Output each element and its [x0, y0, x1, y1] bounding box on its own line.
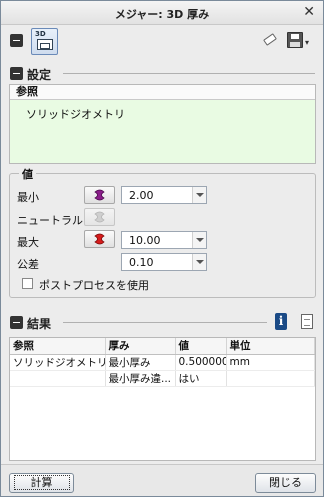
value-group-title: 値	[19, 166, 36, 182]
reference-header: 参照	[10, 85, 315, 100]
min-label: 最小	[17, 191, 39, 204]
table-row[interactable]: 最小厚み違... はい	[10, 370, 315, 387]
neutral-color-icon	[94, 211, 105, 223]
results-table: 参照 厚み 値 単位 ソリッドジオメトリ 最小厚み 0.500000 mm 最小…	[9, 337, 316, 461]
compute-button[interactable]: 計算	[9, 473, 74, 493]
neutral-color-button	[84, 208, 115, 226]
3d-view-icon[interactable]: 3D	[31, 28, 58, 55]
max-value-combo[interactable]: 10.00	[121, 231, 207, 249]
table-cell: 最小厚み	[105, 354, 176, 371]
title-bar: メジャー: 3D 厚み ✕	[1, 1, 323, 25]
col-unit[interactable]: 単位	[226, 338, 315, 355]
min-value: 2.00	[129, 189, 154, 202]
tolerance-value-combo[interactable]: 0.10	[121, 253, 207, 271]
measure-dialog: メジャー: 3D 厚み ✕ 3D ▾ 設定 参照 ソリッドジオメトリ 値 最小 …	[0, 0, 324, 497]
table-cell	[226, 370, 315, 387]
max-value: 10.00	[129, 234, 161, 247]
tolerance-value: 0.10	[129, 256, 154, 269]
max-color-icon	[94, 233, 105, 245]
max-dropdown-icon[interactable]	[192, 232, 206, 248]
collapse-settings-icon[interactable]	[10, 67, 23, 80]
collapse-toolbar-icon[interactable]	[10, 34, 23, 47]
table-row[interactable]: ソリッドジオメトリ 最小厚み 0.500000 mm	[10, 354, 315, 371]
max-color-button[interactable]	[84, 230, 115, 248]
report-icon[interactable]	[301, 314, 313, 329]
min-color-button[interactable]	[84, 186, 115, 204]
save-dropdown-icon[interactable]: ▾	[305, 38, 309, 47]
settings-section-header: 設定	[1, 64, 323, 82]
table-cell: はい	[175, 370, 227, 387]
eraser-icon[interactable]	[263, 33, 277, 46]
col-value[interactable]: 値	[175, 338, 227, 355]
results-header-row: 参照 厚み 値 単位	[10, 338, 315, 355]
table-cell: 最小厚み違...	[105, 370, 176, 387]
3d-label: 3D	[35, 30, 46, 38]
postprocess-checkbox[interactable]	[22, 278, 33, 289]
table-cell	[10, 370, 106, 387]
save-icon[interactable]	[287, 32, 303, 48]
col-thickness[interactable]: 厚み	[105, 338, 176, 355]
postprocess-label[interactable]: ポストプロセスを使用	[39, 277, 149, 293]
min-dropdown-icon[interactable]	[192, 187, 206, 203]
neutral-label: ニュートラル	[17, 214, 83, 227]
tolerance-dropdown-icon[interactable]	[192, 254, 206, 270]
settings-title: 設定	[27, 68, 52, 82]
min-color-icon	[94, 189, 105, 201]
col-reference[interactable]: 参照	[10, 338, 106, 355]
footer: 計算 閉じる	[1, 464, 323, 496]
reference-item[interactable]: ソリッドジオメトリ	[10, 100, 315, 122]
table-cell: mm	[226, 354, 315, 371]
collapse-results-icon[interactable]	[10, 316, 23, 329]
reference-list[interactable]: 参照 ソリッドジオメトリ	[9, 84, 316, 164]
max-label: 最大	[17, 236, 39, 249]
window-title: メジャー: 3D 厚み	[114, 8, 210, 21]
tolerance-label: 公差	[17, 258, 39, 271]
compute-label: 計算	[13, 475, 70, 490]
close-window-icon[interactable]: ✕	[303, 4, 315, 20]
close-button[interactable]: 閉じる	[255, 473, 316, 493]
info-icon[interactable]: i	[275, 313, 287, 330]
results-title: 結果	[27, 317, 52, 331]
table-cell: 0.500000	[175, 354, 227, 371]
min-value-combo[interactable]: 2.00	[121, 186, 207, 204]
table-cell: ソリッドジオメトリ	[10, 354, 106, 371]
